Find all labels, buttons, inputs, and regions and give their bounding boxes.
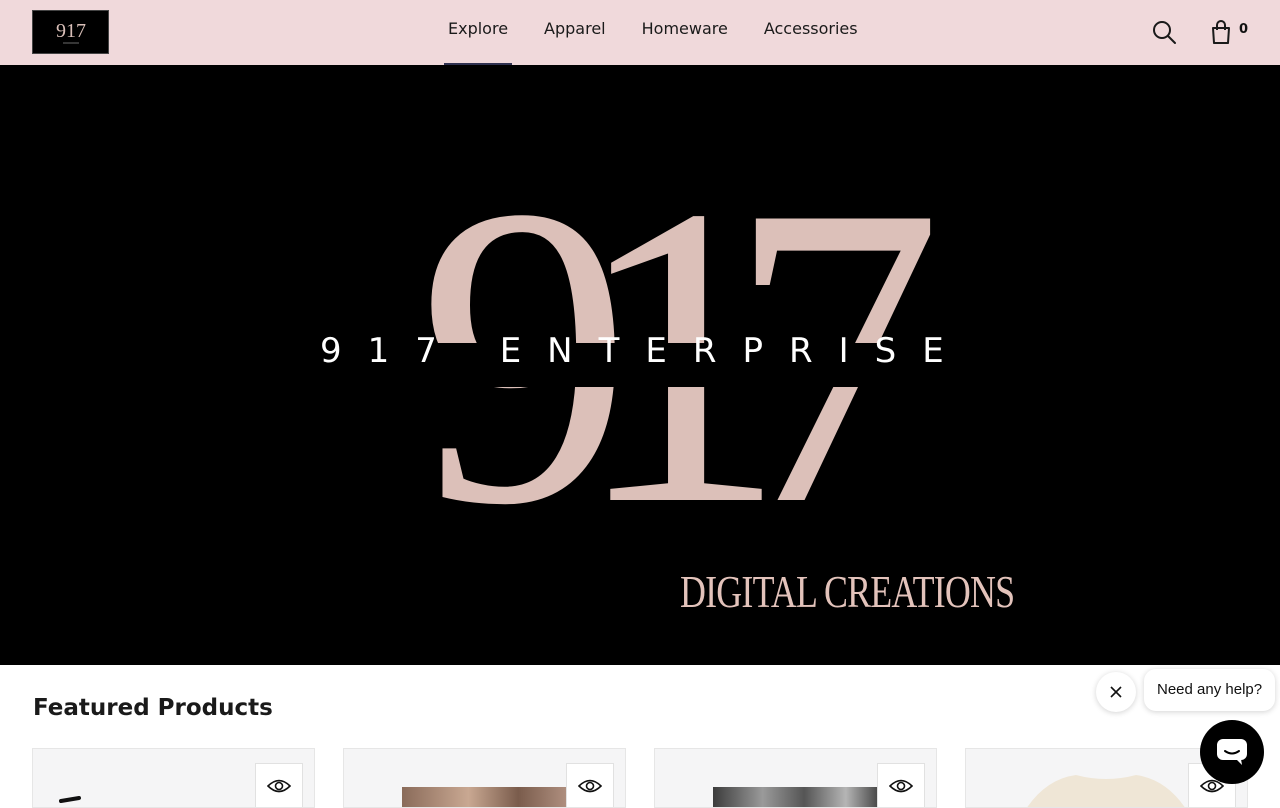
nav-homeware[interactable]: Homeware [638,0,732,65]
quick-view-button[interactable] [566,763,614,807]
product-thumbnail [1027,775,1185,807]
search-icon[interactable] [1151,19,1177,45]
hero-banner[interactable]: 917 917 ENTERPRISE DIGITAL CREATIONS [0,65,1280,665]
chat-close-button[interactable] [1096,672,1136,712]
product-thumbnail [59,796,81,803]
main-nav: Explore Apparel Homeware Accessories [444,0,890,65]
hero-subtitle: DIGITAL CREATIONS [680,566,1015,617]
quick-view-button[interactable] [877,763,925,807]
product-thumbnail [402,787,568,807]
close-icon [1110,686,1122,698]
quick-view-button[interactable] [255,763,303,807]
svg-text:917: 917 [56,20,86,42]
product-card[interactable] [343,748,626,808]
hero-monogram: 917 [330,118,970,545]
eye-icon [889,779,913,793]
eye-icon [267,779,291,793]
shopping-bag-icon[interactable] [1208,18,1234,46]
nav-accessories[interactable]: Accessories [760,0,862,65]
product-card[interactable] [654,748,937,808]
product-card[interactable] [32,748,315,808]
site-header: 917 Explore Apparel Homeware Accessories… [0,0,1280,65]
cart-count[interactable]: 0 [1239,22,1248,37]
site-logo[interactable]: 917 [32,10,109,54]
product-thumbnail [713,787,879,807]
nav-explore[interactable]: Explore [444,0,513,65]
logo-mark: 917 [56,20,86,44]
chat-icon [1217,739,1247,765]
chat-prompt[interactable]: Need any help? [1144,669,1276,711]
eye-icon [578,779,602,793]
chat-launcher-button[interactable] [1200,720,1264,784]
featured-products-heading: Featured Products [33,695,273,721]
nav-apparel[interactable]: Apparel [540,0,610,65]
hero-title: 917 ENTERPRISE [320,331,970,371]
